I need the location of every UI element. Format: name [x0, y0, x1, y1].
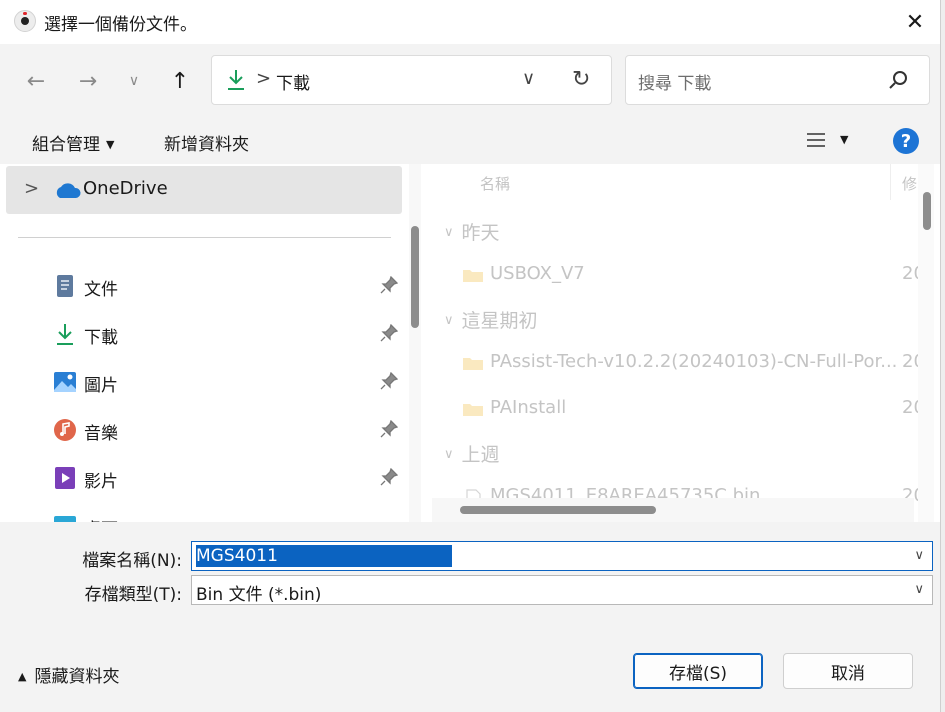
app-camera-icon: [14, 10, 36, 32]
group-header-yesterday[interactable]: ∨ 昨天: [444, 218, 500, 245]
file-name: PAInstall: [490, 397, 567, 418]
caret-up-icon: ▲: [18, 670, 27, 683]
group-header-this-week[interactable]: ∨ 這星期初: [444, 306, 538, 333]
filename-selected-text: MGS4011: [196, 545, 452, 567]
filetype-value: Bin 文件 (*.bin): [196, 585, 322, 605]
navigation-pane: > OneDrive 文件 下載 圖片 音樂 影片: [0, 164, 403, 522]
folder-icon: [463, 270, 483, 282]
sidebar-item-desktop[interactable]: 桌面: [0, 506, 400, 522]
onedrive-cloud-icon: [56, 183, 81, 198]
search-box[interactable]: 搜尋 下載: [625, 55, 930, 105]
save-button[interactable]: 存檔(S): [633, 653, 763, 689]
pin-icon[interactable]: [380, 372, 398, 390]
expand-chevron-icon[interactable]: >: [24, 178, 39, 199]
document-icon: [57, 275, 73, 297]
folder-icon: [463, 404, 483, 416]
search-icon: [889, 71, 907, 89]
collapse-chevron-icon: ∨: [444, 225, 454, 240]
recent-locations-button[interactable]: ∨: [119, 66, 149, 96]
scrollbar-thumb[interactable]: [923, 192, 931, 230]
sidebar-item-videos[interactable]: 影片: [0, 458, 400, 498]
address-bar[interactable]: > 下載 ∨ ↻: [211, 55, 612, 105]
chevron-down-icon: ∨: [128, 73, 140, 89]
collapse-chevron-icon: ∨: [444, 447, 454, 462]
pin-icon[interactable]: [380, 276, 398, 294]
download-icon: [57, 324, 73, 345]
pin-icon[interactable]: [380, 420, 398, 438]
file-list-vertical-scrollbar[interactable]: [918, 164, 934, 522]
caret-down-icon: ▼: [106, 138, 115, 151]
chevron-down-icon[interactable]: ∨: [914, 582, 924, 597]
search-input[interactable]: 搜尋 下載: [638, 69, 711, 94]
dialog-title: 選擇一個備份文件。: [44, 15, 197, 35]
collapse-chevron-icon: ∨: [444, 313, 454, 328]
view-caret-icon[interactable]: ▼: [840, 133, 848, 146]
forward-button[interactable]: →: [73, 66, 103, 96]
scrollbar-thumb[interactable]: [460, 506, 656, 514]
sidebar-item-label: OneDrive: [83, 178, 168, 199]
sidebar-item-label: 下載: [84, 328, 118, 348]
save-file-dialog: 選擇一個備份文件。 ✕ ← → ∨ ↑ > 下載 ∨ ↻ 搜尋 下載 組合管理 ▼…: [0, 0, 941, 712]
pin-icon[interactable]: [380, 324, 398, 342]
sidebar-item-label: 桌面: [84, 515, 118, 522]
filename-input[interactable]: MGS4011 ∨: [191, 541, 933, 571]
music-icon: [54, 419, 76, 441]
scrollbar-thumb[interactable]: [411, 226, 419, 328]
pictures-icon: [54, 372, 76, 392]
help-icon[interactable]: ?: [893, 128, 919, 154]
sidebar-item-label: 影片: [84, 472, 118, 492]
title-bar: 選擇一個備份文件。 ✕: [0, 0, 940, 44]
column-divider[interactable]: [890, 164, 891, 200]
command-toolbar: 組合管理 ▼ 新增資料夾 ▼ ?: [0, 118, 940, 164]
filename-label: 檔案名稱(N):: [82, 551, 182, 571]
filetype-label: 存檔類型(T):: [84, 585, 182, 605]
file-list-horizontal-scrollbar[interactable]: [432, 498, 914, 522]
sidebar-item-onedrive[interactable]: > OneDrive: [6, 166, 402, 214]
hide-folders-toggle[interactable]: ▲ 隱藏資料夾: [18, 662, 119, 687]
new-folder-button[interactable]: 新增資料夾: [164, 130, 249, 155]
arrow-right-icon: →: [78, 68, 98, 94]
column-header-name[interactable]: 名稱: [480, 173, 510, 194]
file-row[interactable]: PAInstall 20: [460, 392, 930, 426]
column-header-date[interactable]: 修: [902, 173, 917, 194]
sidebar-item-label: 文件: [84, 280, 118, 300]
up-button[interactable]: ↑: [165, 66, 195, 96]
address-history-dropdown[interactable]: ∨: [522, 68, 535, 89]
folder-icon: [463, 358, 483, 370]
sidebar-item-pictures[interactable]: 圖片: [0, 362, 400, 402]
sidebar-item-label: 圖片: [84, 376, 118, 396]
sidebar-item-music[interactable]: 音樂: [0, 410, 400, 450]
group-header-last-week[interactable]: ∨ 上週: [444, 440, 500, 467]
arrow-up-icon: ↑: [170, 68, 190, 94]
cancel-button[interactable]: 取消: [783, 653, 913, 689]
chevron-down-icon[interactable]: ∨: [914, 548, 924, 563]
dialog-footer: 檔案名稱(N): MGS4011 ∨ 存檔類型(T): Bin 文件 (*.bi…: [0, 522, 940, 712]
organize-menu[interactable]: 組合管理 ▼: [32, 130, 114, 155]
refresh-icon[interactable]: ↻: [572, 67, 590, 92]
file-row[interactable]: PAssist-Tech-v10.2.2(20240103)-CN-Full-P…: [460, 346, 930, 380]
back-button[interactable]: ←: [21, 66, 51, 96]
sidebar-divider: [18, 237, 391, 238]
close-button[interactable]: ✕: [895, 5, 935, 39]
pin-icon[interactable]: [380, 468, 398, 486]
file-name: USBOX_V7: [490, 263, 585, 284]
sidebar-item-downloads[interactable]: 下載: [0, 314, 400, 354]
desktop-icon: [54, 516, 76, 522]
view-options-icon[interactable]: [806, 131, 826, 149]
breadcrumb-separator: >: [256, 68, 272, 89]
sidebar-item-documents[interactable]: 文件: [0, 266, 400, 306]
file-list: 名稱 修 ∨ 昨天 USBOX_V7 20 ∨ 這星期初 PAssist-Tech-…: [430, 164, 940, 522]
download-icon: [228, 70, 244, 90]
navigation-bar: ← → ∨ ↑ > 下載 ∨ ↻ 搜尋 下載: [0, 44, 940, 118]
close-icon: ✕: [905, 9, 925, 35]
filetype-select[interactable]: Bin 文件 (*.bin) ∨: [191, 575, 933, 605]
file-row[interactable]: USBOX_V7 20: [460, 258, 930, 292]
sidebar-item-label: 音樂: [84, 424, 118, 444]
breadcrumb-downloads[interactable]: 下載: [276, 69, 310, 94]
arrow-left-icon: ←: [26, 68, 46, 94]
navigation-pane-scrollbar[interactable]: [409, 164, 421, 522]
video-icon: [55, 467, 75, 489]
file-name: PAssist-Tech-v10.2.2(20240103)-CN-Full-P…: [490, 351, 898, 372]
